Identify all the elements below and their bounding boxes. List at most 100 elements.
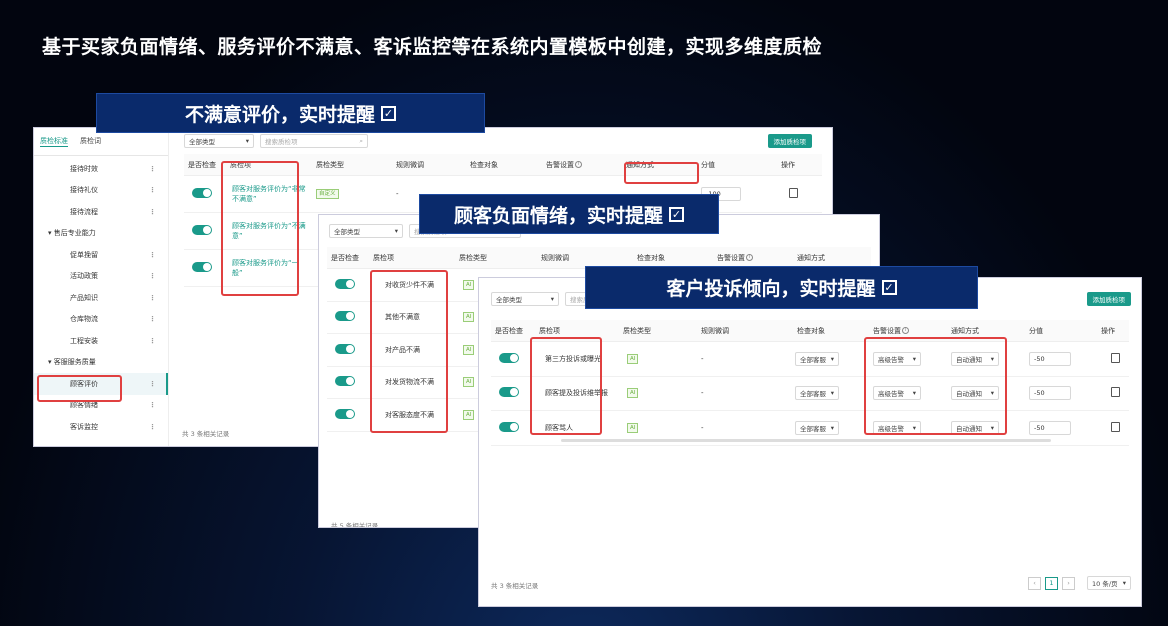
type-select-value: 全部类型 (496, 296, 522, 304)
next-page-button[interactable]: › (1062, 576, 1075, 590)
more-icon[interactable]: ⋮ (149, 315, 156, 323)
sidebar-item[interactable]: 产品知识 ⋮ (34, 287, 168, 309)
info-icon: i (746, 254, 753, 261)
column-header: 规则微调 (701, 326, 729, 335)
sidebar-item[interactable]: 促单挽留 ⋮ (34, 244, 168, 266)
more-icon[interactable]: ⋮ (149, 251, 156, 259)
score-input[interactable]: -50 (1029, 386, 1071, 401)
enabled-toggle[interactable] (192, 262, 212, 272)
more-icon[interactable]: ⋮ (149, 272, 156, 280)
enabled-toggle[interactable] (192, 225, 212, 235)
more-icon[interactable]: ⋮ (149, 401, 156, 409)
ai-tag: AI (463, 409, 475, 420)
page-size-select[interactable]: 10 条/页 ▾ (1087, 576, 1131, 590)
score-value: -50 (1034, 354, 1045, 363)
table-cell: 是否检查 (327, 253, 369, 263)
table-cell: 告警设置 i (542, 160, 622, 170)
type-select[interactable]: 全部类型 ▾ (491, 292, 559, 306)
chevron-down-icon: ▾ (394, 227, 398, 235)
tab-keywords[interactable]: 质检词 (80, 136, 101, 147)
ai-tag: AI (463, 312, 475, 323)
enabled-toggle[interactable] (499, 421, 519, 432)
enabled-toggle[interactable] (192, 188, 212, 198)
ai-tag: AI (463, 344, 475, 355)
add-item-button[interactable]: 添加质检项 (767, 134, 812, 148)
ai-tag: AI (627, 422, 639, 433)
score-value: -50 (1034, 389, 1045, 398)
sidebar-item[interactable]: 接待流程 ⋮ (34, 201, 168, 223)
target-select[interactable]: 全部客服 ▾ (795, 386, 839, 401)
page-current[interactable]: 1 (1045, 576, 1058, 590)
target-select[interactable]: 全部客服 ▾ (795, 351, 839, 366)
more-icon[interactable]: ⋮ (149, 380, 156, 388)
checkbox-icon: ✓ (669, 206, 684, 222)
record-count: 共 5 条相关记录 (331, 522, 379, 528)
column-header: 质检类型 (623, 326, 651, 335)
chevron-down-icon: ▾ (550, 295, 554, 303)
table-cell: 规则微调 (392, 160, 466, 170)
sidebar-item[interactable]: ▾ 售后专业能力 (34, 223, 168, 245)
target-select[interactable]: 全部客服 ▾ (795, 420, 839, 435)
enabled-toggle[interactable] (335, 278, 355, 289)
prev-page-button[interactable]: ‹ (1028, 576, 1041, 590)
enabled-toggle[interactable] (335, 408, 355, 419)
enabled-toggle[interactable] (499, 387, 519, 398)
more-icon[interactable]: ⋮ (149, 423, 156, 431)
checkbox-icon: ✓ (381, 105, 396, 121)
sidebar-item[interactable]: 工程安装 ⋮ (34, 330, 168, 352)
highlight-complaint-items (530, 337, 602, 435)
sidebar-item[interactable]: 客诉监控 ⋮ (34, 416, 168, 438)
sidebar-item[interactable]: ▾ 客服服务质量 (34, 352, 168, 374)
sidebar-item-label: 活动政策 (70, 272, 98, 281)
type-select[interactable]: 全部类型 ▾ (329, 224, 403, 238)
column-header: 规则微调 (396, 160, 424, 169)
sidebar-item[interactable]: 活动政策 ⋮ (34, 266, 168, 288)
sidebar-item-label: ▾ 客服服务质量 (48, 358, 96, 367)
more-icon[interactable]: ⋮ (149, 165, 156, 173)
table-cell (777, 188, 817, 200)
enabled-toggle[interactable] (335, 343, 355, 354)
table-cell: -50 (1025, 420, 1097, 435)
record-count: 共 3 条相关记录 (182, 430, 230, 438)
search-placeholder: 搜索质检项 (265, 138, 298, 146)
tab-standard[interactable]: 质检标准 (40, 136, 68, 147)
sidebar-item[interactable]: 接待时效 ⋮ (34, 158, 168, 180)
enabled-toggle[interactable] (335, 376, 355, 387)
highlight-sidebar-review (37, 375, 122, 402)
column-header: 是否检查 (188, 160, 216, 169)
table-cell: AI (619, 353, 697, 364)
more-icon[interactable]: ⋮ (149, 208, 156, 216)
chevron-down-icon: ▾ (245, 137, 249, 145)
table-cell: AI (619, 422, 697, 433)
sidebar-item[interactable]: 接待礼仪 ⋮ (34, 180, 168, 202)
add-item-button[interactable]: 添加质检项 (1086, 292, 1131, 306)
sidebar-item-label: 仓库物流 (70, 315, 98, 324)
table-cell (1097, 421, 1137, 434)
more-icon[interactable]: ⋮ (149, 337, 156, 345)
ai-tag: AI (463, 279, 475, 290)
delete-icon[interactable] (1111, 352, 1120, 363)
column-header: 检查对象 (470, 160, 498, 169)
enabled-toggle[interactable] (335, 311, 355, 322)
type-select[interactable]: 全部类型 ▾ (184, 134, 254, 148)
delete-icon[interactable] (1111, 387, 1120, 398)
score-input[interactable]: -50 (1029, 351, 1071, 366)
delete-icon[interactable] (789, 188, 798, 198)
sidebar-item[interactable]: 仓库物流 ⋮ (34, 309, 168, 331)
record-count: 共 3 条相关记录 (491, 582, 539, 590)
table-cell (184, 262, 226, 274)
info-icon: i (902, 327, 909, 334)
table-cell: 自定义 (312, 189, 392, 199)
more-icon[interactable]: ⋮ (149, 186, 156, 194)
sidebar-item-label: 接待流程 (70, 207, 98, 216)
score-value: -50 (1034, 423, 1045, 432)
score-input[interactable]: -50 (1029, 420, 1071, 435)
search-input[interactable]: 搜索质检项 ⌕ (260, 134, 368, 148)
delete-icon[interactable] (1111, 421, 1120, 432)
more-icon[interactable]: ⋮ (149, 294, 156, 302)
highlight-notify-column (624, 162, 699, 184)
table-cell (327, 408, 369, 421)
headline: 基于买家负面情绪、服务评价不满意、客诉监控等在系统内置模板中创建，实现多维度质检 (42, 36, 823, 58)
enabled-toggle[interactable] (499, 352, 519, 363)
horizontal-scrollbar[interactable] (561, 439, 1051, 442)
